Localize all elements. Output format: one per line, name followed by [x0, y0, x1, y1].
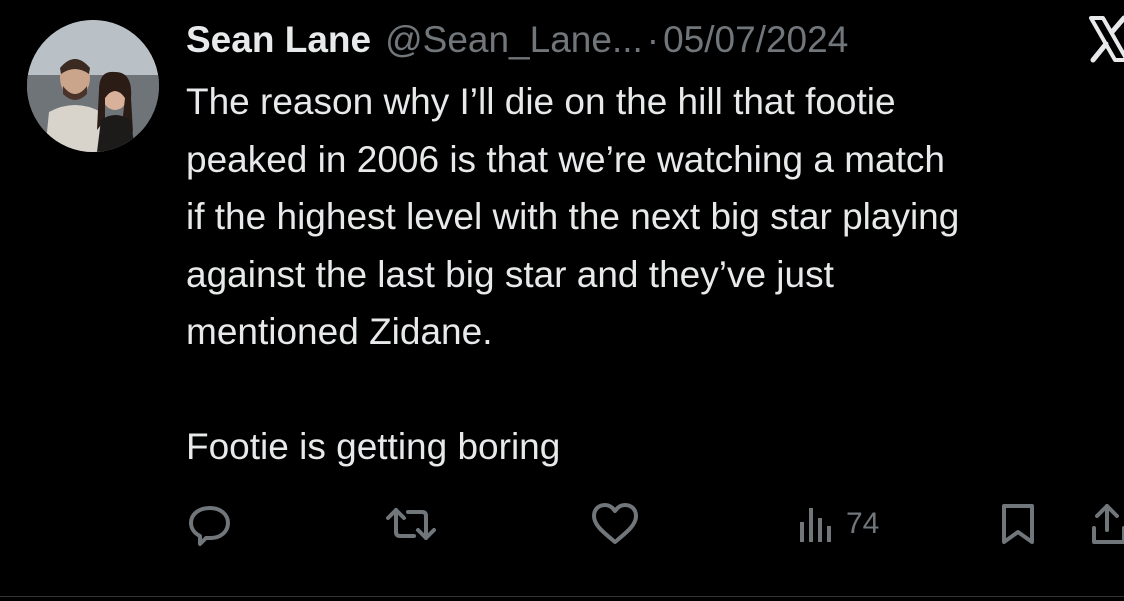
reply-button[interactable] [186, 500, 234, 548]
x-logo-icon[interactable] [1088, 14, 1124, 64]
reply-icon [189, 506, 230, 546]
tweet-text-line: The reason why I’ll die on the hill that… [186, 81, 896, 122]
views-button[interactable]: 74 [796, 500, 879, 548]
like-button[interactable] [589, 500, 641, 548]
bookmark-button[interactable] [996, 500, 1040, 548]
tweet-text-line: against the last big star and they’ve ju… [186, 253, 834, 295]
share-button[interactable] [1090, 500, 1124, 548]
tweet-text-line: peaked in 2006 is that we’re watching a … [186, 138, 945, 180]
tweet-text-line: if the highest level with the next big s… [186, 196, 960, 237]
repost-icon [386, 508, 436, 540]
bookmark-icon [1002, 504, 1034, 544]
divider [0, 596, 1124, 597]
author-handle[interactable]: @Sean_Lane... [385, 14, 643, 66]
tweet-header: Sean Lane @Sean_Lane... · 05/07/2024 [186, 14, 848, 66]
repost-button[interactable] [384, 500, 438, 548]
avatar[interactable] [27, 20, 159, 152]
avatar-photo [27, 20, 159, 152]
tweet-action-bar: 74 [0, 500, 1124, 550]
tweet-text-line: mentioned Zidane. [186, 311, 493, 352]
tweet-text-line: Footie is getting boring [186, 426, 561, 467]
author-name[interactable]: Sean Lane [186, 14, 371, 66]
tweet-date[interactable]: 05/07/2024 [663, 14, 848, 66]
tweet-card: Sean Lane @Sean_Lane... · 05/07/2024 The… [0, 0, 1124, 601]
heart-icon [592, 503, 638, 544]
views-bar-chart-icon [800, 508, 831, 542]
views-count: 74 [846, 507, 880, 540]
share-icon [1092, 504, 1124, 544]
header-separator: · [646, 19, 660, 60]
tweet-text: The reason why I’ll die on the hill that… [186, 73, 1124, 476]
